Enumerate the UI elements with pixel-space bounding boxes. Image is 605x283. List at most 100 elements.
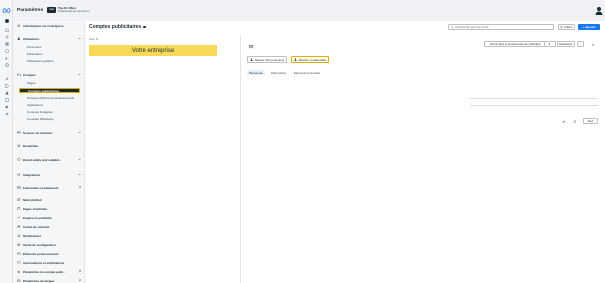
sidebar-item-copublicity[interactable]: Espace Co-publicité (17, 215, 81, 220)
chevron-up-icon (78, 73, 81, 76)
sidebar-item-label: Demandes (23, 143, 39, 148)
sidebar-item-ad-account-settings[interactable]: Paramètres du compte publ... (17, 269, 81, 274)
sidebar-item-language-settings[interactable]: Paramètres de langue (17, 278, 81, 283)
more-options-button[interactable]: ··· (577, 41, 584, 47)
info-dot-icon[interactable] (143, 25, 146, 29)
sidebar-item-users[interactable]: Utilisateurs (17, 36, 81, 41)
app-root: Paramètres TDM Top Dri Mén Portefeuille … (0, 0, 605, 283)
chevron-down-icon (78, 131, 81, 134)
table-row[interactable]: Votre entreprise (89, 45, 217, 56)
avatar[interactable] (595, 6, 603, 15)
lock-icon (17, 224, 21, 229)
sidebar-item-setup-guide[interactable]: Guide de configuration (17, 242, 81, 247)
caret-down-icon[interactable]: ▾ (549, 42, 550, 46)
rail-business-icon[interactable] (4, 19, 10, 23)
sidebar-subitem-system-users[interactable]: Utilisateurs système (27, 59, 54, 63)
rail-pen-icon[interactable] (4, 77, 10, 81)
rail-tag-icon[interactable] (4, 84, 10, 88)
disable-button[interactable]: Désactiver (557, 41, 575, 47)
sidebar-subitem-ad-accounts[interactable]: Comptes publicitaires (19, 88, 80, 93)
sidebar-item-business-info[interactable]: Informations sur l'entreprise (17, 23, 81, 28)
filter-icon (560, 25, 564, 29)
next-button[interactable]: Next (583, 118, 598, 124)
table-divider (470, 98, 598, 99)
gear-icon (17, 270, 21, 274)
open-ads-manager-label: Ouvrir dans le Gestionnaire de publicité… (489, 42, 541, 46)
disable-label: Désactiver (559, 42, 573, 46)
sidebar-item-brand-safety[interactable]: Brand safety and suitabil... (17, 157, 81, 162)
main-panel: Comptes publicitaires Rechercher par nom… (85, 21, 605, 283)
external-link-icon (78, 279, 81, 282)
sidebar-item-accounts[interactable]: Comptes (17, 72, 81, 77)
chevron-up-icon (78, 37, 81, 40)
rail-home-icon[interactable] (4, 28, 10, 32)
business-logo: TDM (47, 6, 56, 13)
rail-bell-icon[interactable] (4, 35, 10, 39)
sidebar-item-label: Guide de configuration (23, 242, 56, 247)
sidebar-subitem-instagram[interactable]: Comptes Instagram (27, 110, 53, 114)
add-button[interactable]: + Ajouter (578, 24, 600, 30)
sort-icon: ⇅ (95, 37, 99, 41)
top-bar: Paramètres TDM Top Dri Mén Portefeuille … (13, 0, 605, 21)
close-icon: × (591, 41, 595, 47)
rail-settings-icon[interactable] (4, 112, 10, 116)
sidebar-item-label: Notifications (23, 233, 42, 238)
button-separator (544, 41, 545, 47)
close-button[interactable]: × (590, 41, 596, 47)
sidebar-item-activity-pages[interactable]: Pages d'activités (17, 206, 81, 211)
sidebar-subitem-apps[interactable]: Applications (27, 103, 43, 107)
rail-doc-icon[interactable] (4, 98, 10, 102)
column-header-name[interactable]: Nom ⇅ (89, 37, 98, 41)
sidebar-item-label: Meta Verified (23, 197, 42, 202)
rail-chart-icon[interactable] (4, 56, 10, 60)
sidebar-item-security-center[interactable]: Centre de sécurité (17, 224, 81, 229)
sidebar-item-label: Intégrations (23, 172, 41, 177)
shield-icon (17, 157, 21, 162)
ad-account-icon (248, 44, 254, 49)
assign-people-label: Affecter des personnes (254, 57, 285, 62)
filter-button[interactable]: Filtres (558, 24, 575, 30)
rail-people-icon[interactable] (4, 91, 10, 95)
partner-add-icon (294, 58, 297, 61)
edit-icon[interactable] (561, 119, 566, 124)
sidebar-subitem-pages[interactable]: Pages (27, 81, 36, 85)
sidebar-item-permissions[interactable]: Autorisations et vérifications (17, 260, 81, 265)
assign-partner-button[interactable]: Affecter un partenaire (291, 56, 330, 63)
sidebar-item-requests[interactable]: Demandes (17, 143, 81, 148)
sidebar-item-label: Paramètres de langue (23, 278, 55, 283)
globe-icon (17, 278, 21, 283)
sidebar-item-label: Sources de données (23, 130, 53, 135)
sidebar-item-label: Pages d'activités (23, 206, 48, 211)
rail-grid-icon[interactable] (4, 42, 10, 46)
tab-people[interactable]: Personnes (247, 70, 265, 75)
sidebar-item-meta-verified[interactable]: Meta Verified (17, 197, 81, 202)
plus-icon: + (582, 25, 585, 29)
filter-label: Filtres (564, 25, 573, 29)
sidebar-item-label: Comptes (23, 72, 36, 77)
tab-connected-assets[interactable]: Éléments connectés (292, 70, 322, 75)
rail-megaphone-icon[interactable] (4, 105, 10, 109)
search-input[interactable]: Rechercher par nom ou ID (448, 24, 554, 30)
next-label: Next (587, 119, 594, 123)
sidebar-subitem-partners[interactable]: Partenaires (27, 52, 42, 56)
rail-money-icon[interactable] (4, 63, 10, 67)
sidebar-item-notifications[interactable]: Notifications (17, 233, 81, 238)
external-link-icon (78, 270, 81, 273)
sidebar-item-business-assets[interactable]: Éléments professionnels (17, 251, 81, 256)
assign-partner-label: Affecter un partenaire (298, 57, 327, 62)
sidebar-subitem-whatsapp[interactable]: Comptes WhatsApp (27, 117, 54, 121)
sidebar-subitem-people[interactable]: Personnes (27, 45, 41, 49)
sidebar-item-billing[interactable]: Facturation et paiements (17, 185, 81, 190)
business-switcher[interactable]: TDM Top Dri Mén Portefeuille de connexio… (47, 6, 89, 14)
sidebar-subitem-asset-groups[interactable]: Groupes d'éléments professionnels (27, 96, 74, 100)
tab-partners[interactable]: Partenaires (269, 70, 288, 75)
sidebar-item-data-sources[interactable]: Sources de données (17, 130, 81, 135)
rail-chat-icon[interactable] (4, 49, 10, 53)
meta-logo-icon[interactable] (2, 7, 11, 13)
open-ads-manager-button[interactable]: Ouvrir dans le Gestionnaire de publicité… (484, 41, 556, 47)
sidebar-item-integrations[interactable]: Intégrations (17, 172, 81, 177)
trash-icon[interactable] (572, 119, 577, 124)
sidebar-item-label: Utilisateurs (23, 36, 40, 41)
sidebar-item-label: Facturation et paiements (23, 185, 59, 190)
assign-people-button[interactable]: Affecter des personnes (247, 56, 288, 63)
